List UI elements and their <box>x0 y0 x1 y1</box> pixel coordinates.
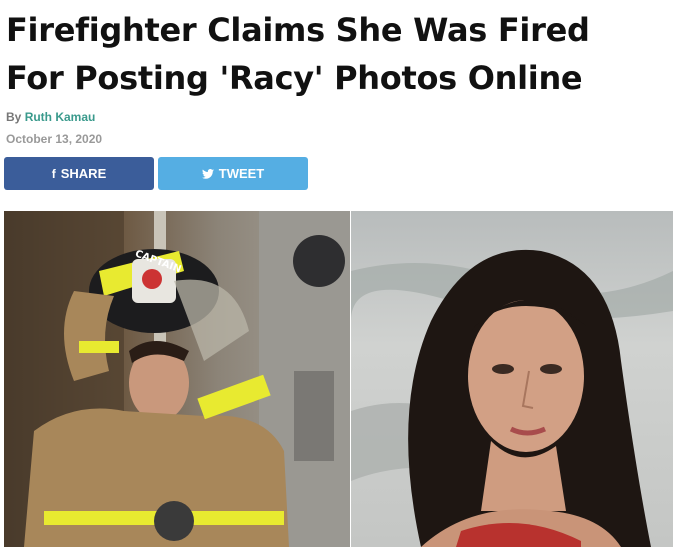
publish-date: October 13, 2020 <box>6 132 103 146</box>
portrait-photo[interactable] <box>351 211 673 547</box>
author-link[interactable]: Ruth Kamau <box>25 110 96 124</box>
facebook-share-label: SHARE <box>60 166 107 181</box>
headline-line-2: For Posting 'Racy' Photos Online <box>6 59 583 97</box>
article-photos: CAPTAIN <box>4 211 673 547</box>
headline-line-1: Firefighter Claims She Was Fired <box>6 11 590 49</box>
firefighter-photo[interactable]: CAPTAIN <box>4 211 350 547</box>
article-headline: Firefighter Claims She Was Fired For Pos… <box>6 6 666 102</box>
byline: By Ruth Kamau <box>6 110 95 124</box>
twitter-bird-icon <box>201 168 214 179</box>
twitter-tweet-label: TWEET <box>218 166 265 181</box>
byline-prefix: By <box>6 110 22 124</box>
twitter-tweet-button[interactable]: TWEET <box>158 157 308 190</box>
facebook-share-button[interactable]: f SHARE <box>4 157 154 190</box>
facebook-icon: f <box>51 166 56 181</box>
